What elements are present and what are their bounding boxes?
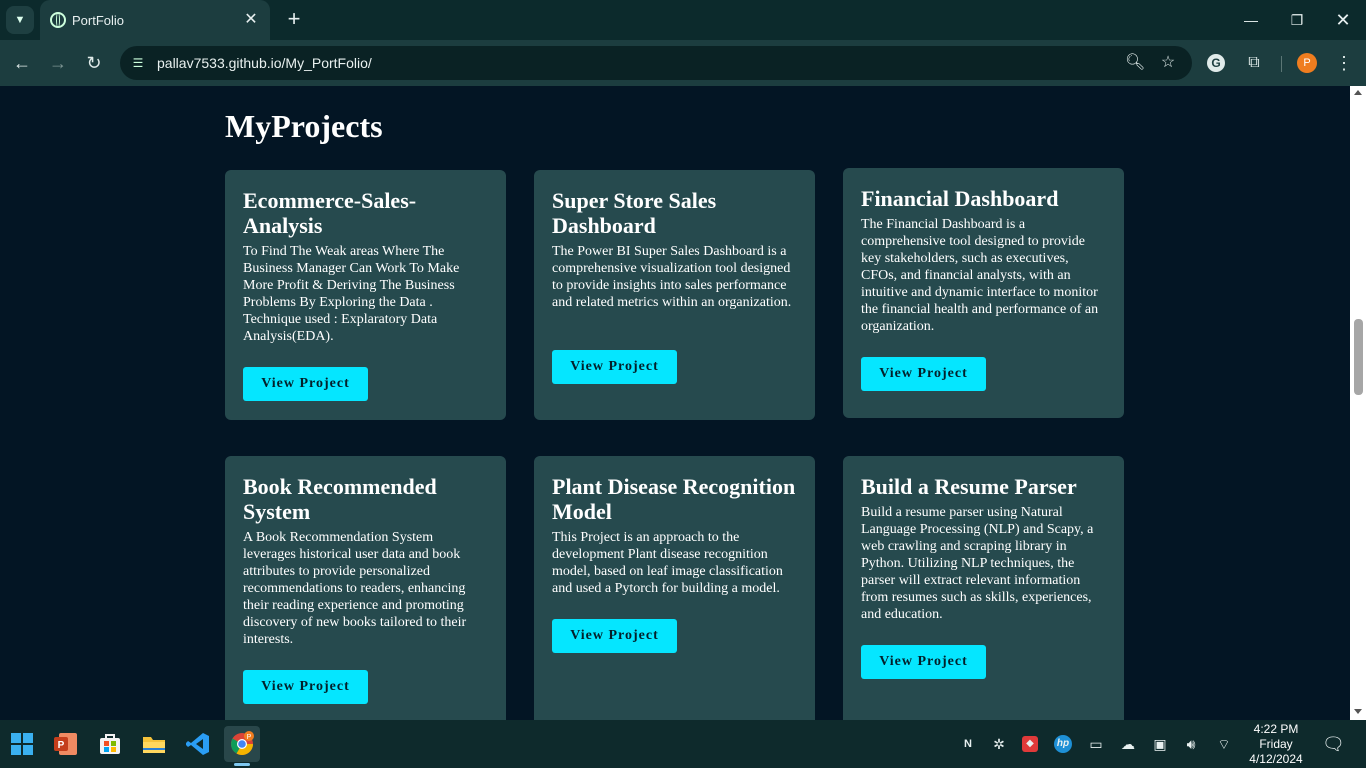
project-description: To Find The Weak areas Where The Busines…	[243, 244, 460, 344]
scroll-thumb[interactable]	[1354, 319, 1363, 395]
store-icon[interactable]	[92, 726, 128, 762]
clock-date: 4/12/2024	[1249, 752, 1303, 766]
view-project-button[interactable]: View Project	[861, 645, 986, 679]
project-card: Ecommerce-Sales-Analysis To Find The Wea…	[225, 170, 506, 420]
zoom-icon[interactable]: 🔍︎	[1125, 53, 1145, 73]
plus-icon[interactable]: +	[281, 7, 307, 33]
wifi-icon[interactable]: ⌔	[1214, 734, 1234, 754]
file-explorer-icon[interactable]	[136, 726, 172, 762]
svg-text:P: P	[58, 740, 65, 751]
project-description: A Book Recommendation System leverages h…	[243, 530, 467, 647]
address-bar[interactable]: ☰ pallav7533.github.io/My_PortFolio/ 🔍︎ …	[120, 46, 1192, 80]
project-title: Super Store Sales Dashboard	[552, 188, 717, 238]
reload-icon[interactable]: ↻	[81, 50, 107, 76]
browser-toolbar: ← → ↻ ☰ pallav7533.github.io/My_PortFoli…	[0, 40, 1366, 86]
scroll-down-icon[interactable]	[1354, 709, 1362, 714]
view-project-button[interactable]: View Project	[552, 350, 677, 384]
project-title: Book Recommended System	[243, 474, 437, 524]
minimize-button[interactable]: —	[1228, 0, 1274, 40]
display-icon[interactable]: ▣	[1150, 734, 1170, 754]
tab-strip: ▼ PortFolio ✕ + — ❐ ✕	[0, 0, 1366, 40]
url-text[interactable]: pallav7533.github.io/My_PortFolio/	[157, 55, 372, 71]
project-title: Ecommerce-Sales-Analysis	[243, 188, 417, 238]
section-title: MyProjects	[225, 108, 383, 144]
active-app-indicator	[234, 763, 250, 766]
globe-icon	[50, 12, 66, 28]
vscode-icon[interactable]	[180, 726, 216, 762]
project-card: Book Recommended System A Book Recommend…	[225, 456, 506, 720]
close-window-button[interactable]: ✕	[1320, 0, 1366, 40]
view-project-button[interactable]: View Project	[861, 357, 986, 391]
toolbar-divider	[1281, 56, 1282, 72]
scroll-up-icon[interactable]	[1354, 90, 1362, 95]
star-icon[interactable]: ☆	[1158, 53, 1178, 73]
view-project-button[interactable]: View Project	[552, 619, 677, 653]
chrome-icon[interactable]: P	[224, 726, 260, 762]
project-title: Build a Resume Parser	[861, 474, 1077, 499]
windows-start-icon[interactable]	[4, 726, 40, 762]
avatar[interactable]: P	[1297, 53, 1317, 73]
extensions-icon[interactable]: ⧉	[1243, 52, 1265, 74]
site-info-icon[interactable]: ☰	[130, 55, 146, 71]
clock-day: Friday	[1259, 737, 1293, 751]
project-description: Build a resume parser using Natural Lang…	[861, 505, 1094, 622]
system-clock[interactable]: 4:22 PM Friday 4/12/2024	[1244, 722, 1308, 767]
volume-icon[interactable]: 🔊︎	[1181, 734, 1201, 754]
view-project-button[interactable]: View Project	[243, 670, 368, 704]
project-card: Plant Disease Recognition Model This Pro…	[534, 456, 815, 720]
grammarly-icon[interactable]: G	[1207, 54, 1225, 72]
project-card: Financial Dashboard The Financial Dashbo…	[843, 168, 1124, 418]
project-card: Build a Resume Parser Build a resume par…	[843, 456, 1124, 720]
back-icon[interactable]: ←	[9, 50, 35, 76]
anydesk-icon[interactable]: ◆	[1022, 736, 1038, 752]
restore-button[interactable]: ❐	[1274, 0, 1320, 40]
battery-icon[interactable]: ▭	[1086, 734, 1106, 754]
page-viewport: MyProjects Ecommerce-Sales-Analysis To F…	[0, 86, 1350, 720]
close-icon[interactable]: ✕	[240, 9, 262, 31]
tab-search-icon[interactable]: ▼	[6, 6, 34, 34]
project-title: Financial Dashboard	[861, 186, 1059, 211]
svg-text:P: P	[247, 734, 252, 741]
clock-time: 4:22 PM	[1253, 722, 1299, 736]
cloud-off-icon[interactable]: ☁	[1118, 734, 1138, 754]
onenote-icon[interactable]: N	[958, 734, 978, 754]
forward-icon[interactable]: →	[45, 50, 71, 76]
project-description: The Financial Dashboard is a comprehensi…	[861, 217, 1099, 334]
browser-tab[interactable]: PortFolio ✕	[40, 0, 270, 40]
notification-icon[interactable]: 🗨︎	[1322, 734, 1345, 754]
windows-taskbar: P P N ✲ ◆ hp ▭ ☁ ▣ 🔊︎ ⌔ 4:22 PM Friday 4…	[0, 720, 1366, 768]
project-description: This Project is an approach to the devel…	[552, 530, 783, 596]
view-project-button[interactable]: View Project	[243, 367, 368, 401]
project-description: The Power BI Super Sales Dashboard is a …	[552, 244, 792, 310]
powerpoint-icon[interactable]: P	[48, 726, 84, 762]
page-scrollbar[interactable]	[1350, 86, 1366, 720]
tab-title: PortFolio	[72, 13, 125, 28]
project-card: Super Store Sales Dashboard The Power BI…	[534, 170, 815, 420]
hp-icon[interactable]: hp	[1054, 735, 1072, 753]
slack-icon[interactable]: ✲	[989, 734, 1009, 754]
menu-icon[interactable]: ⋮	[1333, 52, 1355, 74]
project-title: Plant Disease Recognition Model	[552, 474, 796, 524]
